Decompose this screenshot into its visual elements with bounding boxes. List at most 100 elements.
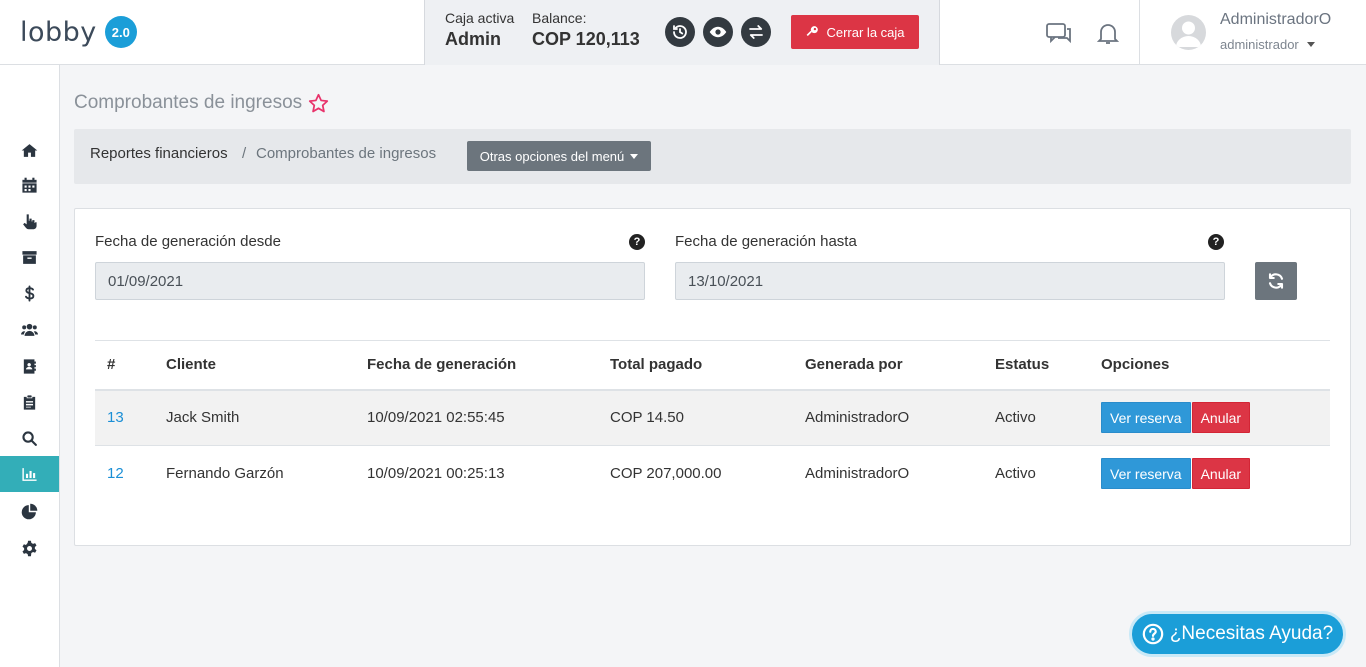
void-button[interactable]: Anular bbox=[1191, 458, 1251, 490]
hand-pointer-icon bbox=[23, 213, 37, 229]
row-date: 10/09/2021 00:25:13 bbox=[367, 465, 505, 483]
col-header-date: Fecha de generación bbox=[355, 340, 598, 391]
sidebar-item-home[interactable] bbox=[0, 132, 59, 168]
row-total: COP 207,000.00 bbox=[610, 465, 722, 483]
breadcrumb-separator: / bbox=[242, 145, 247, 162]
chevron-down-icon bbox=[630, 153, 639, 159]
active-cashbox: Caja activa Admin bbox=[445, 10, 514, 50]
active-cashbox-value: Admin bbox=[445, 29, 501, 49]
col-header-generated-by: Generada por bbox=[793, 340, 983, 391]
users-icon bbox=[21, 323, 38, 336]
sidebar-item-statistics[interactable] bbox=[0, 493, 59, 529]
other-options-label: Otras opciones del menú bbox=[479, 148, 625, 164]
col-header-options: Opciones bbox=[1089, 340, 1330, 391]
sidebar-item-search[interactable] bbox=[0, 420, 59, 456]
col-header-status: Estatus bbox=[983, 340, 1089, 391]
bar-chart-icon bbox=[22, 467, 37, 481]
row-status: Activo bbox=[983, 389, 1089, 446]
row-id-link[interactable]: 12 bbox=[107, 465, 124, 482]
row-date: 10/09/2021 02:55:45 bbox=[355, 389, 598, 446]
sidebar-item-reports[interactable] bbox=[0, 456, 59, 492]
cashbox-panel: Caja activa Admin Balance: COP 120,113 C… bbox=[424, 0, 940, 65]
star-icon[interactable] bbox=[308, 93, 329, 114]
balance: Balance: COP 120,113 bbox=[532, 10, 640, 50]
dollar-icon bbox=[25, 284, 35, 302]
sidebar-item-pointer[interactable] bbox=[0, 203, 59, 239]
to-date-label: Fecha de generación hasta bbox=[675, 233, 857, 250]
calendar-icon bbox=[22, 177, 37, 193]
sidebar-item-settings[interactable] bbox=[0, 530, 59, 566]
view-booking-button[interactable]: Ver reserva bbox=[1101, 402, 1191, 434]
col-header-client: Cliente bbox=[154, 340, 355, 391]
history-icon bbox=[673, 25, 687, 39]
row-total: COP 14.50 bbox=[598, 389, 793, 446]
row-generated-by: AdministradorO bbox=[805, 465, 910, 483]
user-role-label: administrador bbox=[1220, 37, 1299, 52]
archive-icon bbox=[22, 250, 37, 264]
table-header-row: # Cliente Fecha de generación Total paga… bbox=[95, 340, 1330, 391]
logo-text: lobby bbox=[20, 16, 97, 48]
row-client: Fernando Garzón bbox=[166, 465, 284, 483]
search-icon bbox=[22, 430, 37, 446]
gear-icon bbox=[22, 540, 37, 556]
close-cashbox-button[interactable]: Cerrar la caja bbox=[791, 15, 919, 49]
sidebar bbox=[0, 65, 60, 667]
balance-value: COP 120,113 bbox=[532, 29, 640, 49]
user-role: administrador bbox=[1220, 37, 1315, 52]
col-header-number: # bbox=[95, 340, 154, 391]
table-row: 12 Fernando Garzón 10/09/2021 00:25:13 C… bbox=[95, 446, 1330, 502]
key-icon bbox=[807, 26, 819, 37]
filters-and-table-panel: Fecha de generación desde ? Fecha de gen… bbox=[74, 208, 1351, 546]
eye-icon bbox=[709, 26, 727, 38]
col-header-total: Total pagado bbox=[598, 340, 793, 391]
refresh-icon bbox=[1268, 273, 1284, 289]
sidebar-item-contacts[interactable] bbox=[0, 348, 59, 384]
other-options-dropdown[interactable]: Otras opciones del menú bbox=[467, 141, 651, 171]
breadcrumb-item-reports[interactable]: Reportes financieros bbox=[90, 145, 228, 162]
row-generated-by: AdministradorO bbox=[793, 389, 983, 446]
user-avatar-icon bbox=[1176, 21, 1201, 47]
address-book-icon bbox=[23, 358, 36, 374]
refresh-button[interactable] bbox=[1255, 262, 1297, 300]
logo[interactable]: lobby 2.0 bbox=[20, 14, 137, 50]
row-client: Jack Smith bbox=[154, 389, 355, 446]
messages-button[interactable] bbox=[1044, 18, 1074, 48]
from-date-label: Fecha de generación desde bbox=[95, 233, 281, 250]
breadcrumb: Reportes financieros / Comprobantes de i… bbox=[74, 129, 1351, 184]
chat-icon bbox=[1046, 23, 1071, 44]
avatar bbox=[1171, 15, 1206, 50]
clipboard-icon bbox=[23, 394, 36, 410]
user-name: AdministradorO bbox=[1220, 11, 1332, 28]
table-row: 13 Jack Smith 10/09/2021 02:55:45 COP 14… bbox=[95, 389, 1330, 446]
bell-icon bbox=[1097, 24, 1119, 44]
history-button[interactable] bbox=[665, 17, 695, 47]
notifications-button[interactable] bbox=[1093, 18, 1123, 48]
question-icon[interactable]: ? bbox=[1208, 234, 1224, 250]
top-bar: lobby 2.0 Caja activa Admin Balance: COP… bbox=[0, 0, 1366, 65]
question-icon[interactable]: ? bbox=[629, 234, 645, 250]
view-booking-button[interactable]: Ver reserva bbox=[1101, 458, 1191, 490]
view-button[interactable] bbox=[703, 17, 733, 47]
transfer-button[interactable] bbox=[741, 17, 771, 47]
exchange-icon bbox=[749, 25, 763, 39]
close-cashbox-label: Cerrar la caja bbox=[826, 24, 905, 40]
sidebar-item-archive[interactable] bbox=[0, 239, 59, 275]
row-id-link[interactable]: 13 bbox=[107, 409, 124, 426]
sidebar-item-users[interactable] bbox=[0, 311, 59, 347]
sidebar-item-payments[interactable] bbox=[0, 275, 59, 311]
active-cashbox-label: Caja activa bbox=[445, 10, 515, 26]
version-badge: 2.0 bbox=[104, 16, 137, 48]
sidebar-item-clipboard[interactable] bbox=[0, 384, 59, 420]
user-menu[interactable]: AdministradorO administrador bbox=[1139, 0, 1366, 65]
row-options: Ver reserva Anular bbox=[1089, 389, 1330, 446]
breadcrumb-item-current: Comprobantes de ingresos bbox=[256, 145, 437, 162]
sidebar-item-calendar[interactable] bbox=[0, 167, 59, 203]
from-date-input[interactable] bbox=[95, 262, 645, 300]
void-button[interactable]: Anular bbox=[1191, 402, 1251, 434]
row-id-cell: 12 bbox=[95, 446, 154, 502]
help-chat-button[interactable]: ¿Necesitas Ayuda? bbox=[1129, 611, 1346, 657]
to-date-input[interactable] bbox=[675, 262, 1225, 300]
balance-label: Balance: bbox=[532, 10, 587, 26]
row-status: Activo bbox=[995, 465, 1036, 483]
home-icon bbox=[21, 143, 38, 157]
